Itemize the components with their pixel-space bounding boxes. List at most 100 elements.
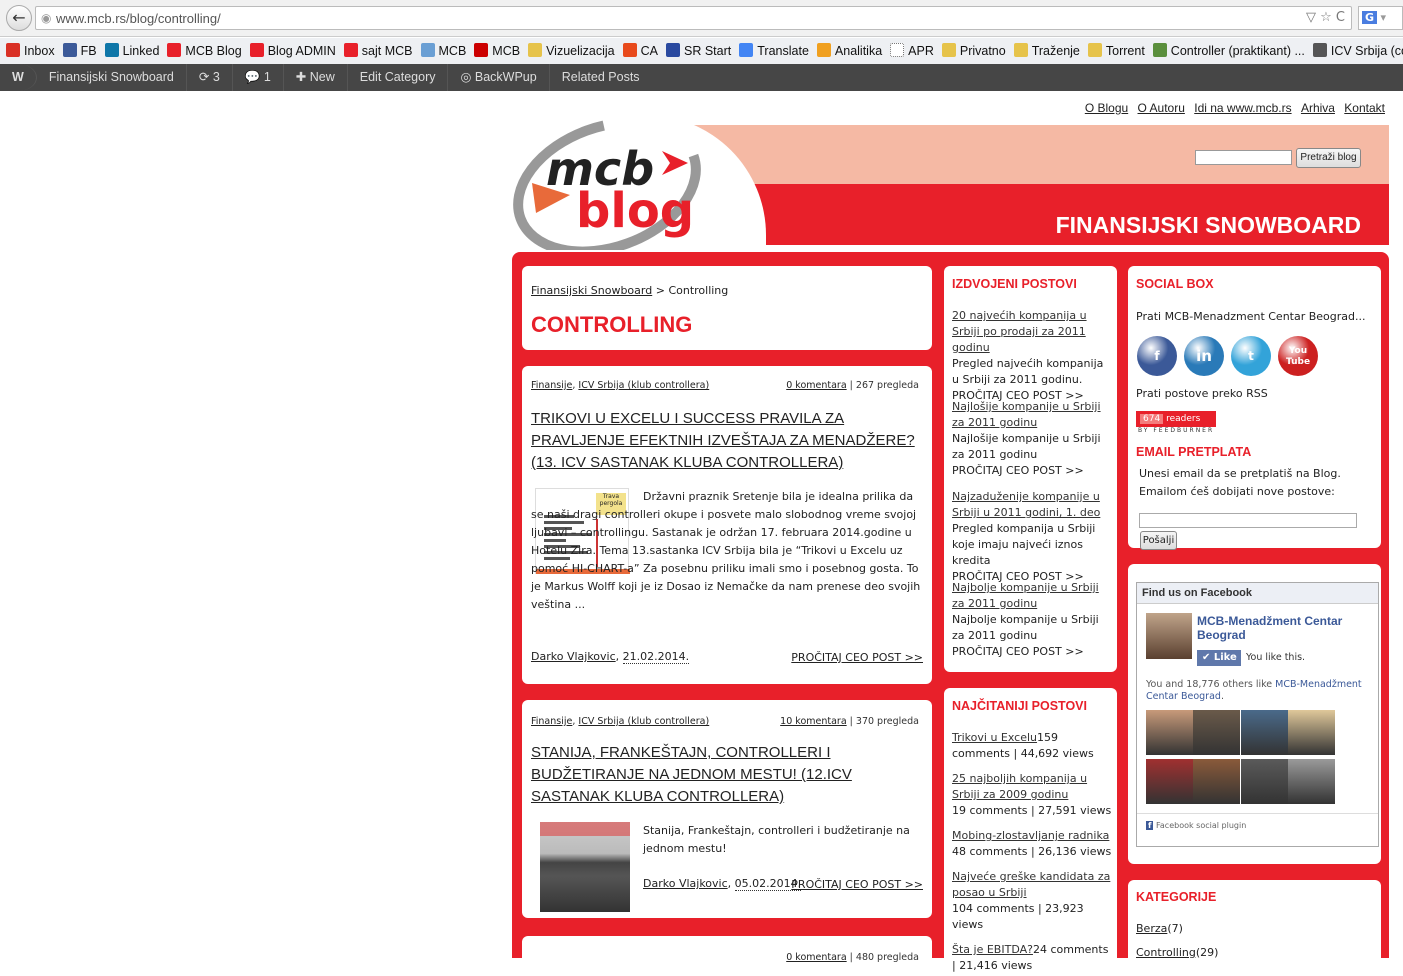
bookmark-item[interactable]: MCB xyxy=(474,43,520,58)
url-actions[interactable]: ▽ ☆ C xyxy=(1306,10,1345,25)
fb-face-avatar[interactable] xyxy=(1241,759,1288,804)
feedburner-badge[interactable]: 674 readers xyxy=(1136,411,1216,427)
bookmark-item[interactable]: FB xyxy=(62,43,97,58)
fb-face-avatar[interactable] xyxy=(1146,759,1193,804)
comments-link[interactable]: 0 komentara xyxy=(786,380,846,391)
fb-face-avatar[interactable] xyxy=(1193,759,1240,804)
author-link[interactable]: Darko Vlajkovic xyxy=(643,877,728,890)
post-title-link[interactable]: STANIJA, FRANKEŠTAJN, CONTROLLERI I BUDŽ… xyxy=(531,742,926,808)
wp-edit-category[interactable]: Edit Category xyxy=(348,64,449,91)
social-box: SOCIAL BOX Prati MCB-Menadzment Centar B… xyxy=(1128,266,1381,550)
read-more-link[interactable]: PROČITAJ CEO POST >> xyxy=(952,644,1110,660)
popular-link[interactable]: Mobing-zlostavljanje radnika xyxy=(952,829,1109,842)
toplink-mcb-site[interactable]: Idi na www.mcb.rs xyxy=(1194,101,1291,115)
popular-link[interactable]: 25 najboljih kompanija u Srbiji za 2009 … xyxy=(952,772,1087,801)
rss-text: Prati postove preko RSS xyxy=(1136,387,1268,400)
bookmark-item[interactable]: CA xyxy=(622,43,658,58)
read-more-link[interactable]: PROČITAJ CEO POST >> xyxy=(791,651,923,664)
featured-list: 20 najvećih kompanija u Srbiji po prodaj… xyxy=(952,308,1110,660)
bookmark-item[interactable]: Traženje xyxy=(1013,43,1080,58)
category-link[interactable]: ICV Srbija (klub controllera) xyxy=(578,380,709,391)
popular-link[interactable]: Trikovi u Excelu xyxy=(952,731,1037,744)
wp-backwpup[interactable]: ◎ BackWPup xyxy=(448,64,550,91)
bookmark-item[interactable]: Controller (praktikant) ... xyxy=(1152,43,1305,58)
toplink-o-autoru[interactable]: O Autoru xyxy=(1138,101,1185,115)
bookmark-item[interactable]: ICV Srbija (controllin xyxy=(1312,43,1403,58)
fb-page-link[interactable]: MCB-Menadžment Centar Beograd xyxy=(1197,614,1372,642)
popular-link[interactable]: Najveće greške kandidata za posao u Srbi… xyxy=(952,870,1110,899)
wp-updates[interactable]: ⟳ 3 xyxy=(187,64,233,91)
toplink-kontakt[interactable]: Kontakt xyxy=(1344,101,1385,115)
fb-face-avatar[interactable] xyxy=(1241,710,1288,755)
featured-link[interactable]: Najzaduženije kompanije u Srbiji u 2011 … xyxy=(952,490,1100,519)
wp-site-link[interactable]: Finansijski Snowboard xyxy=(37,64,187,91)
facebook-icon[interactable]: f xyxy=(1137,336,1177,376)
bookmark-icon xyxy=(249,43,264,57)
category-link[interactable]: Finansije xyxy=(531,716,572,727)
bookmark-item[interactable]: Vizuelizacija xyxy=(528,43,615,58)
fb-page-avatar[interactable] xyxy=(1146,613,1192,659)
url-field[interactable]: ◉ www.mcb.rs/blog/controlling/ ▽ ☆ C xyxy=(35,6,1352,30)
bookmark-item[interactable]: Privatno xyxy=(941,43,1006,58)
category-link[interactable]: ICV Srbija (klub controllera) xyxy=(578,716,709,727)
bookmark-item[interactable]: APR xyxy=(890,43,934,58)
toplink-arhiva[interactable]: Arhiva xyxy=(1301,101,1335,115)
author-link[interactable]: Darko Vlajkovic xyxy=(531,650,616,663)
youtube-icon[interactable]: You Tube xyxy=(1278,336,1318,376)
comments-link[interactable]: 10 komentara xyxy=(780,716,846,727)
post-thumbnail[interactable] xyxy=(540,822,630,912)
google-icon: G xyxy=(1362,11,1378,24)
categories-box: KATEGORIJE Berza(7) Controlling(29) xyxy=(1128,880,1381,970)
category-link[interactable]: Finansije xyxy=(531,380,572,391)
wp-new[interactable]: ✚ New xyxy=(284,64,348,91)
fb-face-avatar[interactable] xyxy=(1288,710,1335,755)
read-more-link[interactable]: PROČITAJ CEO POST >> xyxy=(791,878,923,891)
bookmark-item[interactable]: Analitika xyxy=(816,43,882,58)
bookmark-item[interactable]: Linked xyxy=(104,43,159,58)
featured-link[interactable]: Najlošije kompanije u Srbiji za 2011 god… xyxy=(952,400,1101,429)
fb-face-avatar[interactable] xyxy=(1288,759,1335,804)
post-title-link[interactable]: TRIKOVI U EXCELU I SUCCESS PRAVILA ZA PR… xyxy=(531,408,921,474)
google-search-box[interactable]: G ▾ xyxy=(1358,6,1403,30)
bookmark-item[interactable]: SR Start xyxy=(666,43,731,58)
linkedin-icon[interactable]: in xyxy=(1184,336,1224,376)
popular-link[interactable]: Šta je EBITDA? xyxy=(952,943,1033,956)
featured-link[interactable]: 20 najvećih kompanija u Srbiji po prodaj… xyxy=(952,309,1087,354)
wp-logo-icon[interactable]: W xyxy=(0,64,37,91)
url-text: www.mcb.rs/blog/controlling/ xyxy=(56,11,221,26)
breadcrumb-parent-link[interactable]: Finansijski Snowboard xyxy=(531,284,652,297)
back-button[interactable]: ← xyxy=(6,5,32,31)
mcb-blog-logo[interactable]: mcb blog xyxy=(512,115,762,250)
category-link-berza[interactable]: Berza xyxy=(1136,922,1167,935)
fb-face-avatar[interactable] xyxy=(1193,710,1240,755)
fb-face-avatar[interactable] xyxy=(1146,710,1193,755)
bookmark-item[interactable]: Translate xyxy=(739,43,809,58)
backwpup-icon: ◎ xyxy=(460,70,475,84)
header-search-input[interactable] xyxy=(1195,150,1292,165)
email-input[interactable] xyxy=(1139,513,1357,528)
wp-comments[interactable]: 💬 1 xyxy=(233,64,284,91)
featured-item: 20 najvećih kompanija u Srbiji po prodaj… xyxy=(952,308,1110,402)
post-date: 21.02.2014. xyxy=(622,650,690,664)
fb-like-button[interactable]: ✔ Like xyxy=(1197,650,1241,666)
popular-posts-box: NAJČITANIJI POSTOVI Trikovi u Excelu159 … xyxy=(944,688,1117,972)
toplink-o-blogu[interactable]: O Blogu xyxy=(1085,101,1128,115)
popular-item: Najveće greške kandidata za posao u Srbi… xyxy=(952,870,1111,931)
plus-icon: ✚ xyxy=(295,70,310,84)
post-stats: 0 komentara | 267 pregleda xyxy=(786,380,919,391)
bookmark-item[interactable]: MCB xyxy=(420,43,466,58)
bookmark-item[interactable]: sajt MCB xyxy=(343,43,413,58)
read-more-link[interactable]: PROČITAJ CEO POST >> xyxy=(952,463,1110,479)
bookmark-item[interactable]: Inbox xyxy=(6,43,55,58)
email-text: Unesi email da se pretplatiš na Blog. Ema… xyxy=(1139,467,1341,498)
category-link-controlling[interactable]: Controlling xyxy=(1136,946,1196,959)
bookmark-item[interactable]: MCB Blog xyxy=(167,43,242,58)
bookmark-item[interactable]: Torrent xyxy=(1087,43,1145,58)
featured-link[interactable]: Najbolje kompanije u Srbiji za 2011 godi… xyxy=(952,581,1099,610)
top-links: O Blogu O Autoru Idi na www.mcb.rs Arhiv… xyxy=(1079,101,1385,115)
twitter-icon[interactable]: t xyxy=(1231,336,1271,376)
header-search-button[interactable]: Pretraži blog xyxy=(1296,148,1361,168)
wp-related-posts[interactable]: Related Posts xyxy=(550,64,652,91)
bookmark-item[interactable]: Blog ADMIN xyxy=(249,43,336,58)
email-send-button[interactable]: Pošalji xyxy=(1140,531,1177,550)
